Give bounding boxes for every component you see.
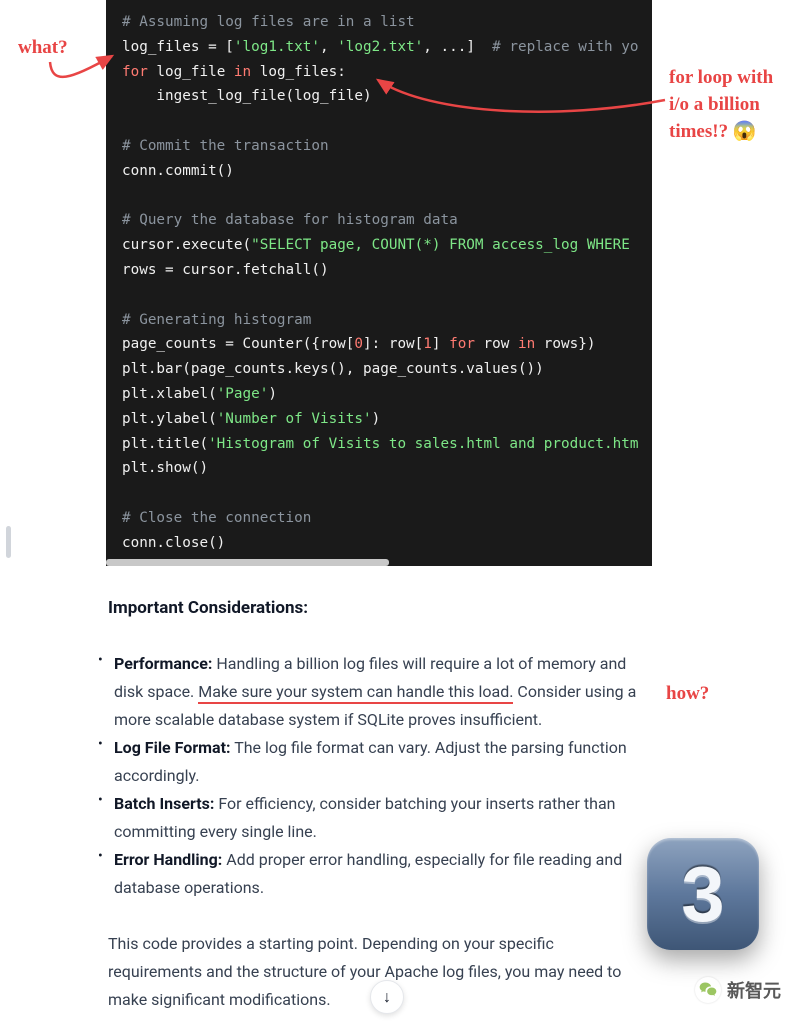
main-content: # Assuming log files are in a list log_f… (106, 0, 652, 1014)
watermark-text: 新智元 (727, 977, 781, 1003)
watermark: 新智元 (695, 977, 781, 1003)
arrow-down-icon: ↓ (383, 987, 391, 1007)
underlined-text: Make sure your system can handle this lo… (198, 682, 513, 704)
list-item: Error Handling: Add proper error handlin… (108, 846, 650, 902)
badge-3-icon: 3 (647, 838, 759, 950)
scream-emoji-icon: 😱 (733, 121, 757, 142)
code-keyword: for (122, 64, 148, 80)
wechat-logo-icon (695, 977, 721, 1003)
annotation-what: what? (18, 34, 68, 61)
code-string: 'log1.txt' (234, 39, 320, 55)
item-label: Performance: (114, 654, 212, 673)
list-item: Performance: Handling a billion log file… (108, 650, 650, 734)
horizontal-scrollbar-thumb[interactable] (106, 559, 389, 566)
annotation-for-loop: for loop with i/o a billion times!? 😱 (669, 64, 797, 145)
page-scroll-indicator (6, 526, 11, 558)
annotation-how: how? (666, 680, 709, 707)
considerations-list: Performance: Handling a billion log file… (108, 650, 650, 902)
list-item: Batch Inserts: For efficiency, consider … (108, 790, 650, 846)
list-item: Log File Format: The log file format can… (108, 734, 650, 790)
item-label: Error Handling: (114, 850, 222, 869)
considerations-heading: Important Considerations: (108, 594, 650, 622)
code-text: log_files = [ (122, 39, 234, 55)
item-label: Batch Inserts: (114, 794, 214, 813)
scroll-down-button[interactable]: ↓ (370, 980, 404, 1014)
code-block[interactable]: # Assuming log files are in a list log_f… (106, 0, 652, 566)
badge-number: 3 (681, 849, 724, 940)
article-body: Important Considerations: Performance: H… (106, 566, 652, 1014)
item-label: Log File Format: (114, 738, 231, 757)
code-comment: # Assuming log files are in a list (122, 14, 415, 30)
horizontal-scrollbar-track[interactable] (106, 559, 652, 566)
